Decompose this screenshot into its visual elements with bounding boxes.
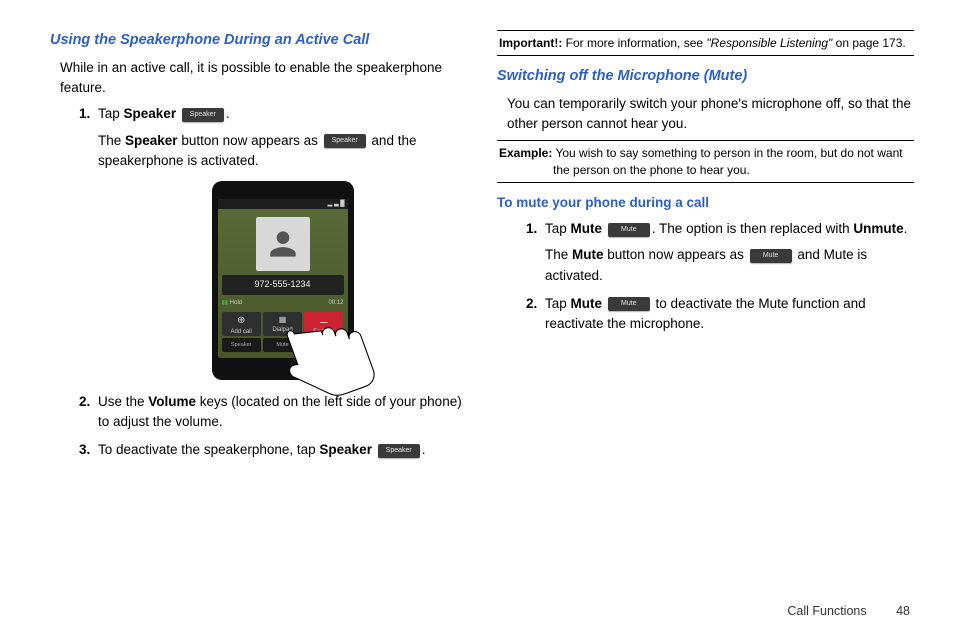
page-number: 48	[896, 604, 910, 618]
text: . The option is then replaced with	[652, 221, 854, 236]
page-footer: Call Functions 48	[787, 604, 910, 618]
text: The	[545, 247, 572, 262]
section-title-speakerphone: Using the Speakerphone During an Active …	[50, 30, 467, 52]
example-label: Example:	[499, 146, 552, 160]
text: To deactivate the speakerphone, tap	[98, 442, 319, 457]
steps-mute: Tap Mute Mute. The option is then replac…	[497, 219, 914, 334]
label-speaker: Speaker	[124, 106, 177, 121]
intro-speakerphone: While in an active call, it is possible …	[60, 58, 467, 99]
addcall-button: ⊕Add call	[222, 312, 261, 336]
mute-button-inactive-icon: Mute	[608, 223, 650, 237]
step-3: To deactivate the speakerphone, tap Spea…	[94, 440, 467, 460]
right-column: Important!: For more information, see "R…	[497, 30, 914, 590]
important-note: Important!: For more information, see "R…	[497, 30, 914, 56]
label-speaker: Speaker	[319, 442, 372, 457]
text: .	[422, 442, 426, 457]
phone-frame: ▂ ▃ █ 972-555-1234 ▮▮ Hold 00:12 ⊕Add ca…	[212, 181, 354, 380]
text: Tap	[98, 106, 124, 121]
text: .	[226, 106, 230, 121]
speaker-button-active-icon: Speaker	[378, 444, 420, 458]
footer-section: Call Functions	[787, 604, 866, 618]
phone-number: 972-555-1234	[222, 275, 344, 295]
text: Tap	[545, 221, 571, 236]
mute-step-2: Tap Mute Mute to deactivate the Mute fun…	[541, 294, 914, 335]
text: For more information, see	[562, 36, 706, 50]
label-mute: Mute	[572, 247, 604, 262]
mute-step-1: Tap Mute Mute. The option is then replac…	[541, 219, 914, 286]
speaker-button-active-icon: Speaker	[324, 134, 366, 148]
label-volume: Volume	[148, 394, 196, 409]
text: Tap	[545, 296, 571, 311]
text: The	[98, 133, 125, 148]
avatar-icon	[256, 217, 310, 271]
text: .	[904, 221, 908, 236]
subheading-mute-procedure: To mute your phone during a call	[497, 193, 914, 213]
ref-responsible-listening: "Responsible Listening"	[706, 36, 832, 50]
label-unmute: Unmute	[853, 221, 903, 236]
text: on page 173.	[832, 36, 905, 50]
page-columns: Using the Speakerphone During an Active …	[0, 0, 954, 610]
text: the person on the phone to hear you.	[499, 162, 912, 178]
text: You wish to say something to person in t…	[552, 146, 902, 160]
left-column: Using the Speakerphone During an Active …	[50, 30, 467, 590]
speaker-button-inactive-icon: Speaker	[182, 108, 224, 122]
label-speaker: Speaker	[125, 133, 178, 148]
text: button now appears as	[178, 133, 322, 148]
call-status-row: ▮▮ Hold 00:12	[218, 297, 348, 310]
phone-illustration: ▂ ▃ █ 972-555-1234 ▮▮ Hold 00:12 ⊕Add ca…	[98, 181, 467, 380]
section-title-mute: Switching off the Microphone (Mute)	[497, 66, 914, 88]
intro-mute: You can temporarily switch your phone's …	[507, 94, 914, 135]
mute-button-active-icon: Mute	[750, 249, 792, 263]
hand-pointing-icon	[274, 310, 384, 410]
mute-button-active-icon: Mute	[608, 297, 650, 311]
steps-speakerphone: Tap Speaker Speaker. The Speaker button …	[50, 104, 467, 460]
status-bar: ▂ ▃ █	[218, 199, 348, 209]
label-mute: Mute	[571, 296, 603, 311]
step-1: Tap Speaker Speaker. The Speaker button …	[94, 104, 467, 380]
example-note: Example: You wish to say something to pe…	[497, 140, 914, 182]
text: button now appears as	[604, 247, 748, 262]
text: Use the	[98, 394, 148, 409]
important-label: Important!:	[499, 36, 562, 50]
speaker-screen-button: Speaker	[222, 338, 261, 352]
label-mute: Mute	[571, 221, 603, 236]
